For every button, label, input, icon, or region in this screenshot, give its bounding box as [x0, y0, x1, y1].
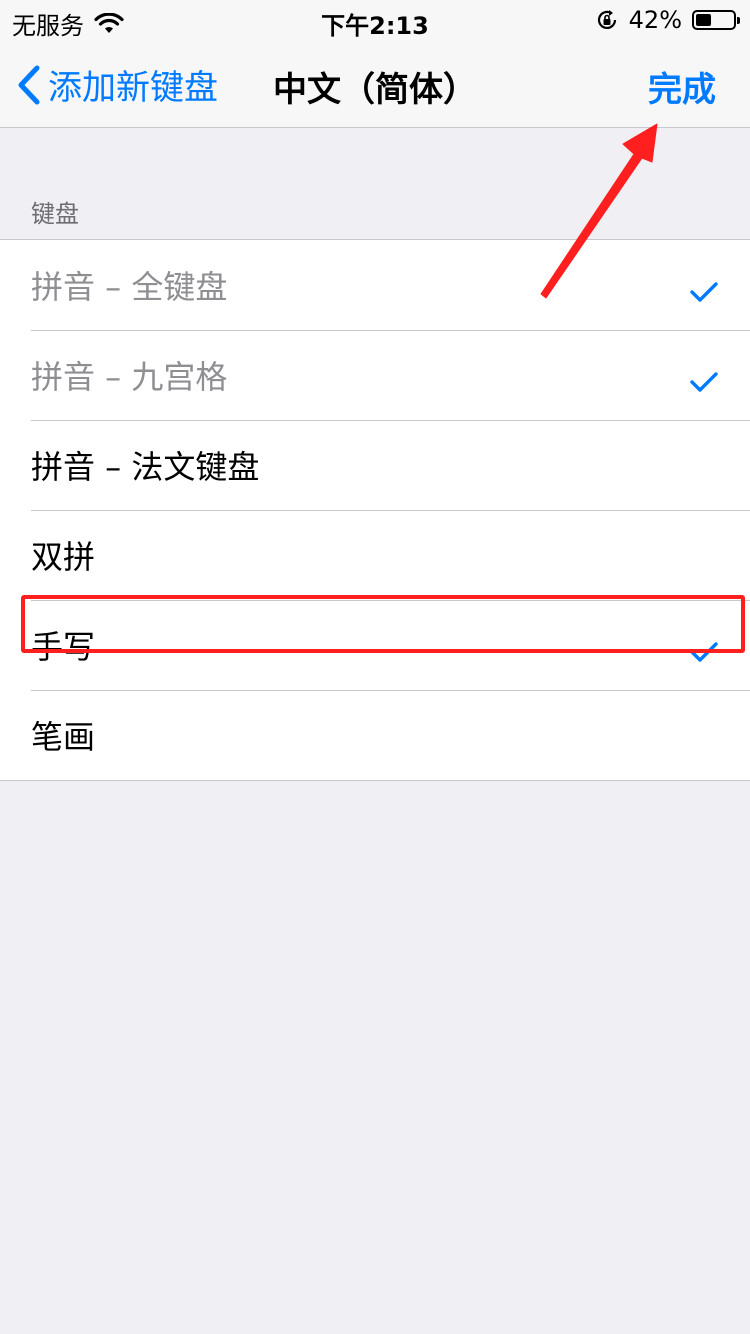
- battery-percent: 42%: [628, 6, 682, 34]
- checkmark-icon: [690, 633, 718, 671]
- keyboard-list: 拼音 – 全键盘 拼音 – 九宫格 拼音 – 法文键盘 双拼手写笔画: [0, 239, 750, 781]
- section-header: 键盘: [31, 200, 79, 228]
- battery-icon: [692, 10, 740, 30]
- keyboard-option-label: 拼音 – 九宫格: [31, 358, 228, 396]
- keyboard-option-row[interactable]: 拼音 – 九宫格: [0, 330, 750, 420]
- keyboard-option-row[interactable]: 笔画: [0, 690, 750, 780]
- keyboard-option-row[interactable]: 拼音 – 法文键盘: [0, 420, 750, 510]
- keyboard-option-label: 笔画: [31, 718, 96, 756]
- navigation-bar: 添加新键盘 中文（简体） 完成: [0, 40, 750, 128]
- keyboard-option-label: 手写: [31, 628, 96, 666]
- back-button[interactable]: 添加新键盘: [16, 60, 218, 109]
- back-button-label: 添加新键盘: [48, 68, 218, 108]
- status-bar: 无服务 下午2:13 42%: [0, 0, 750, 40]
- keyboard-option-row[interactable]: 双拼: [0, 510, 750, 600]
- checkmark-icon: [690, 273, 718, 311]
- keyboard-option-label: 拼音 – 法文键盘: [31, 448, 260, 486]
- rotation-lock-icon: [597, 10, 616, 29]
- keyboard-option-label: 拼音 – 全键盘: [31, 268, 228, 306]
- keyboard-option-label: 双拼: [31, 538, 96, 576]
- done-button[interactable]: 完成: [648, 62, 716, 111]
- battery-fill: [696, 14, 711, 26]
- keyboard-option-row[interactable]: 手写: [0, 600, 750, 690]
- status-right: 42%: [595, 6, 740, 34]
- keyboard-option-row[interactable]: 拼音 – 全键盘: [0, 240, 750, 330]
- checkmark-icon: [690, 363, 718, 401]
- chevron-left-icon: [18, 65, 40, 104]
